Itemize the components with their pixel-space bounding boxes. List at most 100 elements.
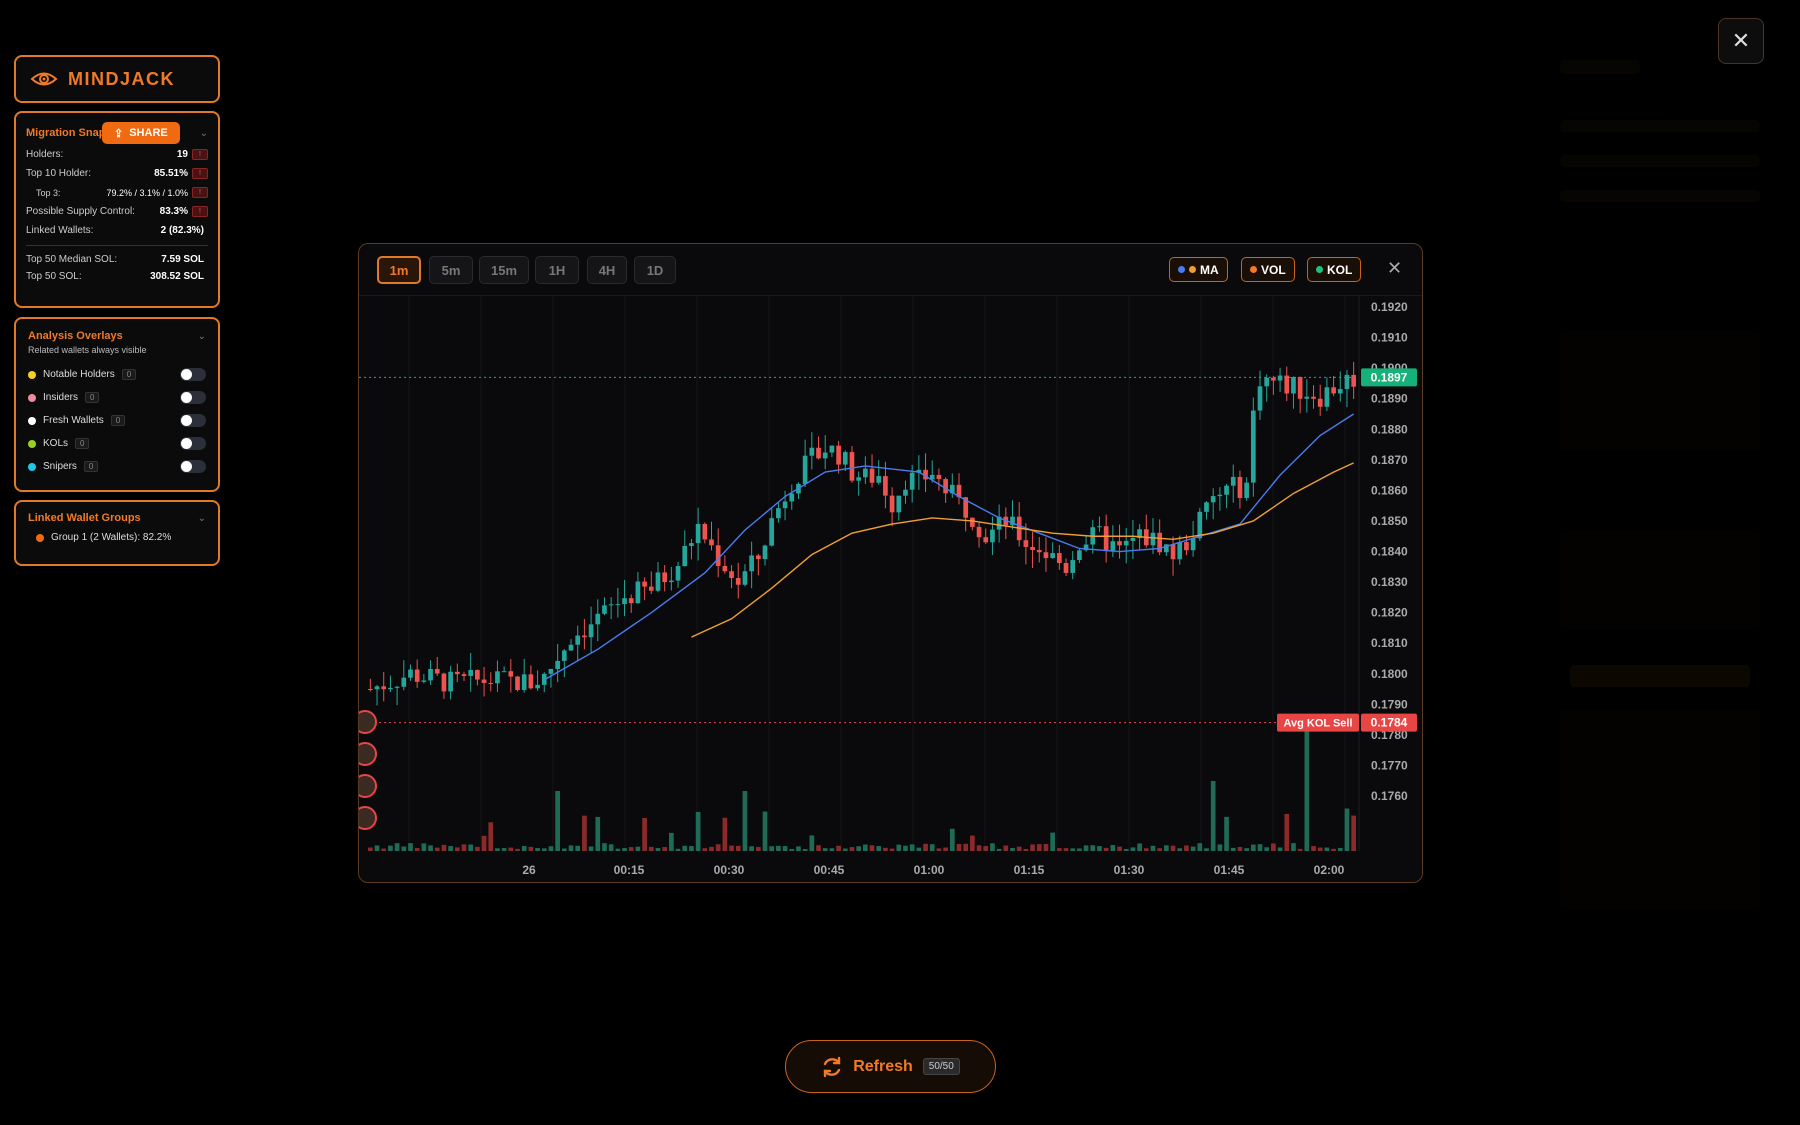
candle-body bbox=[561, 650, 567, 661]
snapshot-row: Possible Supply Control: 83.3%! bbox=[26, 202, 208, 221]
volume-bar bbox=[1016, 846, 1022, 851]
indicator-ma[interactable]: MA bbox=[1169, 257, 1228, 282]
volume-bar bbox=[555, 791, 560, 851]
candle-body bbox=[836, 445, 841, 465]
timeframe-4h[interactable]: 4H bbox=[587, 256, 627, 284]
volume-bar bbox=[749, 846, 754, 851]
snapshot-row: Top 10 Holder: 85.51%! bbox=[26, 164, 208, 183]
candle-body bbox=[1324, 387, 1330, 407]
timeframe-1m[interactable]: 1m bbox=[377, 256, 421, 284]
refresh-button[interactable]: Refresh 50/50 bbox=[785, 1040, 996, 1093]
volume-bar bbox=[1291, 843, 1296, 851]
overlay-toggle[interactable] bbox=[180, 437, 206, 450]
volume-bar bbox=[1117, 846, 1122, 851]
volume-bar bbox=[715, 844, 721, 851]
snapshot-header[interactable]: Migration Snap ⇪ SHARE ⌄ bbox=[26, 121, 208, 145]
overlay-color-dot bbox=[28, 416, 36, 425]
overlays-header[interactable]: Analysis Overlays ⌄ bbox=[28, 327, 206, 345]
candle-body bbox=[495, 671, 500, 684]
candle-body bbox=[388, 687, 393, 690]
volume-bar bbox=[976, 845, 982, 851]
candle-body bbox=[1043, 552, 1049, 559]
indicator-vol[interactable]: VOL bbox=[1241, 257, 1295, 282]
candle-body bbox=[1123, 540, 1129, 546]
volume-bar bbox=[1250, 844, 1256, 851]
candle-body bbox=[863, 468, 868, 478]
ma-slow-line bbox=[691, 462, 1354, 638]
overlay-toggle[interactable] bbox=[180, 368, 206, 381]
volume-bar bbox=[1297, 848, 1303, 851]
candle-body bbox=[1351, 374, 1356, 387]
timeframe-1d[interactable]: 1D bbox=[634, 256, 676, 284]
volume-bar bbox=[1130, 847, 1136, 851]
volume-bar bbox=[1090, 845, 1096, 851]
close-chart-button[interactable]: ✕ bbox=[1387, 258, 1402, 279]
candle-body bbox=[434, 668, 440, 674]
candle-body bbox=[909, 472, 915, 490]
overlay-toggle[interactable] bbox=[180, 460, 206, 473]
volume-bar bbox=[896, 844, 902, 851]
volume-bar bbox=[662, 847, 668, 851]
divider bbox=[26, 245, 208, 246]
chevron-down-icon[interactable]: ⌄ bbox=[198, 331, 206, 342]
kol-avatar-icon[interactable] bbox=[359, 774, 377, 798]
candle-body bbox=[742, 571, 748, 585]
volume-bar bbox=[1311, 846, 1316, 851]
y-tick-label: 0.1770 bbox=[1371, 758, 1408, 772]
indicator-kol[interactable]: KOL bbox=[1307, 257, 1362, 282]
candle-body bbox=[1177, 542, 1183, 560]
chevron-down-icon[interactable]: ⌄ bbox=[200, 128, 208, 139]
overlay-toggle[interactable] bbox=[180, 414, 206, 427]
overlay-label: Notable Holders bbox=[43, 369, 115, 380]
y-tick-label: 0.1890 bbox=[1371, 392, 1408, 406]
chevron-down-icon[interactable]: ⌄ bbox=[198, 513, 206, 524]
volume-bar bbox=[595, 816, 601, 851]
candle-body bbox=[936, 474, 942, 480]
volume-bar bbox=[1063, 848, 1069, 851]
overlay-label: KOLs bbox=[43, 438, 69, 449]
candle-body bbox=[428, 668, 433, 681]
indicator-color-dot bbox=[1316, 266, 1323, 273]
volume-bar bbox=[863, 844, 868, 851]
snapshot-title: Migration Snap bbox=[26, 127, 106, 139]
volume-bar bbox=[501, 848, 507, 851]
x-tick-label: 00:45 bbox=[814, 863, 845, 877]
overlays-title: Analysis Overlays bbox=[28, 330, 123, 342]
share-button[interactable]: ⇪ SHARE bbox=[102, 122, 180, 144]
candle-body bbox=[729, 571, 734, 579]
linked-group-item[interactable]: Group 1 (2 Wallets): 82.2% bbox=[28, 532, 206, 543]
kol-avatar-icon[interactable] bbox=[359, 806, 377, 830]
overlay-count-badge: 0 bbox=[83, 461, 99, 472]
volume-bar bbox=[495, 848, 500, 851]
linked-groups-header[interactable]: Linked Wallet Groups ⌄ bbox=[28, 510, 206, 526]
volume-bar bbox=[996, 848, 1002, 851]
timeframe-5m[interactable]: 5m bbox=[429, 256, 473, 284]
y-tick-label: 0.1880 bbox=[1371, 422, 1408, 436]
volume-bar bbox=[1123, 848, 1129, 851]
volume-bar bbox=[802, 848, 808, 851]
y-tick-label: 0.1910 bbox=[1371, 331, 1408, 345]
kol-avatar-icon[interactable] bbox=[359, 710, 377, 734]
volume-bar bbox=[936, 848, 942, 851]
candle-body bbox=[829, 445, 835, 453]
background-panel bbox=[1560, 50, 1780, 910]
candle-body bbox=[869, 468, 875, 483]
volume-bar bbox=[742, 791, 748, 851]
overlay-item: Notable Holders 0 bbox=[28, 363, 206, 386]
price-chart[interactable]: 0.19200.19100.19000.18900.18800.18700.18… bbox=[359, 296, 1423, 883]
kol-avatar-icon[interactable] bbox=[359, 742, 377, 766]
candle-body bbox=[689, 543, 694, 546]
candle-body bbox=[816, 447, 821, 459]
volume-bar bbox=[1103, 847, 1109, 851]
close-overlay-button[interactable]: ✕ bbox=[1718, 18, 1764, 64]
indicator-color-dot bbox=[1250, 266, 1257, 273]
candle-body bbox=[582, 635, 587, 638]
volume-bar bbox=[869, 845, 875, 851]
overlay-label: Snipers bbox=[43, 461, 77, 472]
volume-bar bbox=[434, 847, 440, 851]
timeframe-1h[interactable]: 1H bbox=[535, 256, 579, 284]
volume-bar bbox=[1164, 845, 1169, 851]
overlay-toggle[interactable] bbox=[180, 391, 206, 404]
candle-body bbox=[842, 452, 848, 465]
timeframe-15m[interactable]: 15m bbox=[479, 256, 529, 284]
